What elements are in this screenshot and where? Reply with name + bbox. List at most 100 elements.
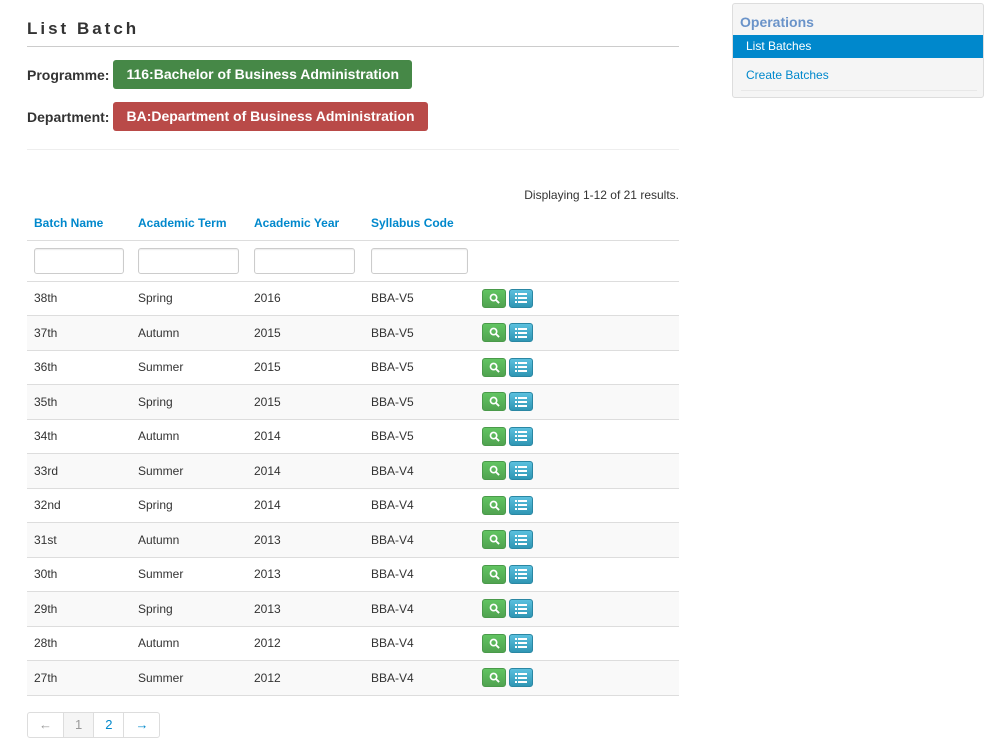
list-icon [515, 293, 527, 304]
details-button[interactable] [509, 323, 533, 343]
details-button[interactable] [509, 461, 533, 481]
table-row: 36th Summer 2015 BBA-V5 [27, 350, 679, 385]
details-button[interactable] [509, 668, 533, 688]
search-icon [489, 293, 500, 304]
row-actions [475, 350, 679, 385]
search-icon [489, 603, 500, 614]
operations-sidebar: Operations List Batches Create Batches [732, 3, 984, 98]
cell-batch-name: 31st [27, 522, 131, 558]
details-button[interactable] [509, 426, 533, 446]
details-button[interactable] [509, 392, 533, 412]
view-button[interactable] [482, 495, 506, 515]
results-summary: Displaying 1-12 of 21 results. [524, 188, 679, 202]
column-header-academic-term[interactable]: Academic Term [131, 206, 247, 241]
list-icon [515, 500, 527, 511]
column-header-syllabus-code[interactable]: Syllabus Code [364, 206, 475, 241]
filter-academic-term-input[interactable] [138, 247, 239, 274]
list-icon [515, 672, 527, 683]
pagination-prev[interactable]: ← [27, 712, 64, 738]
filter-syllabus-code-input[interactable] [371, 247, 468, 274]
cell-academic-term: Autumn [131, 315, 247, 351]
cell-syllabus-code: BBA-V4 [364, 453, 475, 489]
cell-academic-year: 2014 [247, 453, 364, 489]
filter-academic-year-input[interactable] [254, 247, 355, 274]
view-button[interactable] [482, 564, 506, 584]
action-buttons [482, 564, 672, 584]
cell-batch-name: 33rd [27, 453, 131, 489]
sidebar-item-create-batches[interactable]: Create Batches [733, 64, 983, 87]
column-header-actions [475, 206, 679, 241]
cell-syllabus-code: BBA-V4 [364, 626, 475, 661]
cell-academic-term: Autumn [131, 626, 247, 661]
cell-batch-name: 36th [27, 350, 131, 385]
cell-academic-term: Autumn [131, 522, 247, 558]
action-buttons [482, 668, 672, 688]
action-buttons [482, 530, 672, 550]
details-button[interactable] [509, 633, 533, 653]
section-divider [27, 149, 679, 150]
cell-syllabus-code: BBA-V5 [364, 350, 475, 385]
view-button[interactable] [482, 599, 506, 619]
cell-academic-term: Summer [131, 453, 247, 489]
view-button[interactable] [482, 668, 506, 688]
table-row: 29th Spring 2013 BBA-V4 [27, 591, 679, 627]
cell-academic-year: 2013 [247, 557, 364, 592]
row-actions [475, 557, 679, 592]
cell-batch-name: 38th [27, 281, 131, 316]
cell-academic-term: Spring [131, 281, 247, 316]
list-icon [515, 465, 527, 476]
cell-syllabus-code: BBA-V4 [364, 522, 475, 558]
row-actions [475, 488, 679, 523]
row-actions [475, 626, 679, 661]
cell-syllabus-code: BBA-V4 [364, 660, 475, 696]
column-header-academic-year[interactable]: Academic Year [247, 206, 364, 241]
details-button[interactable] [509, 495, 533, 515]
cell-academic-year: 2012 [247, 660, 364, 696]
cell-batch-name: 35th [27, 384, 131, 420]
view-button[interactable] [482, 426, 506, 446]
details-button[interactable] [509, 599, 533, 619]
view-button[interactable] [482, 288, 506, 308]
details-button[interactable] [509, 357, 533, 377]
list-icon [515, 638, 527, 649]
details-button[interactable] [509, 288, 533, 308]
pagination-next[interactable]: → [123, 712, 161, 738]
department-row: Department: BA:Department of Business Ad… [27, 102, 428, 131]
view-button[interactable] [482, 323, 506, 343]
view-button[interactable] [482, 357, 506, 377]
view-button[interactable] [482, 461, 506, 481]
pagination: ← 1 2 → [27, 712, 161, 738]
cell-academic-term: Spring [131, 488, 247, 523]
table-row: 27th Summer 2012 BBA-V4 [27, 660, 679, 696]
sidebar-divider [741, 90, 977, 91]
details-button[interactable] [509, 564, 533, 584]
cell-syllabus-code: BBA-V5 [364, 281, 475, 316]
details-button[interactable] [509, 530, 533, 550]
cell-academic-term: Summer [131, 557, 247, 592]
search-icon [489, 362, 500, 373]
programme-badge: 116:Bachelor of Business Administration [113, 60, 413, 89]
row-actions [475, 660, 679, 696]
cell-batch-name: 37th [27, 315, 131, 351]
view-button[interactable] [482, 392, 506, 412]
pagination-page-2[interactable]: 2 [93, 712, 125, 738]
search-icon [489, 396, 500, 407]
pagination-page-1[interactable]: 1 [63, 712, 95, 738]
search-icon [489, 672, 500, 683]
sidebar-item-list-batches[interactable]: List Batches [733, 35, 983, 58]
list-icon [515, 431, 527, 442]
row-actions [475, 384, 679, 420]
cell-academic-year: 2016 [247, 281, 364, 316]
action-buttons [482, 633, 672, 653]
view-button[interactable] [482, 530, 506, 550]
action-buttons [482, 461, 672, 481]
column-header-batch-name[interactable]: Batch Name [27, 206, 131, 241]
table-row: 34th Autumn 2014 BBA-V5 [27, 419, 679, 454]
table-row: 38th Spring 2016 BBA-V5 [27, 281, 679, 316]
cell-academic-year: 2015 [247, 384, 364, 420]
view-button[interactable] [482, 633, 506, 653]
filter-batch-name-input[interactable] [34, 247, 124, 274]
cell-batch-name: 27th [27, 660, 131, 696]
list-icon [515, 362, 527, 373]
table-row: 32nd Spring 2014 BBA-V4 [27, 488, 679, 523]
